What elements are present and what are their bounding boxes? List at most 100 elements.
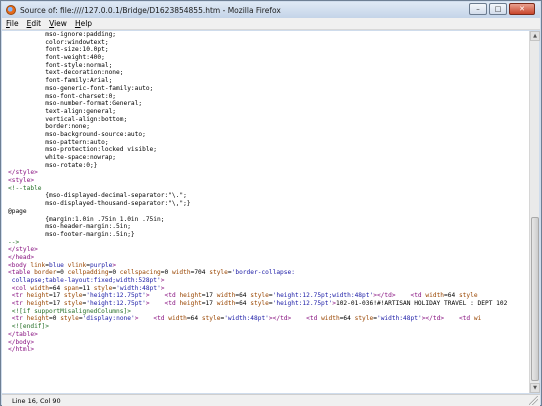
source-token: <td: [410, 292, 426, 300]
scroll-up-arrow-icon[interactable]: ▲: [530, 31, 540, 41]
source-token: ></td>: [421, 315, 445, 323]
scroll-thumb[interactable]: [531, 217, 539, 381]
source-token: mso-header-margin:.5in;: [8, 223, 131, 231]
source-token: [444, 315, 459, 322]
source-token: mso-ignore:padding;: [8, 31, 117, 38]
source-token: @page: [8, 207, 27, 215]
source-token: vlink: [67, 261, 87, 269]
status-bar: Line 16, Col 90: [2, 394, 540, 406]
source-token: width: [216, 300, 236, 308]
source-token: =64: [235, 292, 251, 300]
menu-help[interactable]: Help: [75, 19, 92, 28]
menu-edit[interactable]: Edit: [27, 19, 42, 28]
source-token: mso-displayed-thousand-separator:"\,";}: [8, 200, 191, 208]
source-token: </body>: [8, 338, 35, 346]
source-token: width: [216, 292, 236, 300]
source-line: font-size:10.0pt;: [8, 46, 530, 54]
source-token: >: [160, 284, 165, 292]
menu-view[interactable]: View: [49, 19, 67, 28]
source-token: mso-pattern:auto;: [8, 138, 109, 146]
source-token: mso-footer-margin:.5in;}: [8, 230, 135, 238]
source-token: style: [250, 292, 269, 300]
source-token: [150, 292, 165, 299]
source-token: height: [179, 292, 202, 300]
source-token: span: [63, 284, 79, 292]
source-token: style: [458, 292, 478, 300]
source-token: <table: [8, 269, 35, 277]
source-token: font-weight:400;: [8, 54, 105, 62]
source-line: </html>: [8, 346, 530, 354]
source-line: mso-header-margin:.5in;: [8, 223, 530, 231]
source-line: font-style:normal;: [8, 62, 530, 70]
source-line: <!--table: [8, 185, 530, 193]
source-token: 102-01-036!#!ARTISAN HOLIDAY TRAVEL : DE…: [335, 300, 508, 308]
source-token: wi: [473, 315, 482, 323]
source-token: <tr: [8, 292, 27, 300]
minimize-button[interactable]: –: [469, 3, 487, 15]
source-token: white-space:nowrap;: [8, 154, 117, 161]
source-token: =0: [160, 269, 172, 277]
source-token: mso-protection:locked visible;: [8, 146, 158, 154]
menu-help-label: elp: [80, 19, 93, 28]
source-token: =17: [49, 300, 64, 308]
source-token: mso-background-source:auto;: [8, 130, 146, 138]
source-token: <td: [306, 315, 322, 323]
source-line: mso-footer-margin:.5in;}: [8, 231, 530, 239]
source-token: [291, 315, 306, 322]
source-token: height: [26, 300, 49, 308]
source-token: style: [93, 284, 113, 292]
source-token: >: [160, 277, 165, 284]
source-token: <![endif]>: [8, 323, 49, 331]
close-button[interactable]: ✕: [509, 3, 535, 15]
resize-grip-icon[interactable]: [529, 396, 538, 405]
source-token: <!--table: [8, 184, 42, 192]
menu-file-label: ile: [9, 19, 19, 28]
source-line: @page: [8, 208, 530, 216]
menu-view-label: iew: [54, 19, 67, 28]
source-token: color:windowtext;: [8, 38, 109, 46]
source-line: text-decoration:none;: [8, 69, 530, 77]
source-token: width: [168, 315, 187, 323]
source-token: width: [171, 269, 191, 277]
menu-file[interactable]: File: [6, 19, 19, 28]
source-line: -->: [8, 239, 530, 247]
source-token: =64: [444, 292, 459, 300]
source-token: purple: [90, 261, 113, 269]
source-token: font-size:10.0pt;: [8, 46, 109, 54]
source-view[interactable]: mso-ignore:padding; color:windowtext; fo…: [2, 31, 530, 393]
scroll-down-arrow-icon[interactable]: ▼: [530, 383, 540, 393]
source-line: mso-displayed-thousand-separator:"\,";}: [8, 200, 530, 208]
source-token: mso-font-charset:0;: [8, 92, 117, 100]
source-token: </table>: [8, 330, 38, 338]
source-token: font-family:Arial;: [8, 77, 113, 85]
source-token: <td: [458, 315, 474, 323]
source-token: vertical-align:bottom;: [8, 115, 128, 123]
source-line: vertical-align:bottom;: [8, 116, 530, 124]
source-code[interactable]: mso-ignore:padding; color:windowtext; fo…: [2, 31, 530, 354]
source-line: collapse;table-layout:fixed;width:528pt'…: [8, 277, 530, 285]
source-token: link: [30, 261, 46, 269]
source-line: color:windowtext;: [8, 39, 530, 47]
cursor-position: Line 16, Col 90: [12, 396, 61, 405]
source-line: white-space:nowrap;: [8, 154, 530, 162]
source-line: <![endif]>: [8, 323, 530, 331]
source-token: =17: [201, 292, 217, 300]
source-token: style: [60, 315, 79, 323]
source-token: =64: [49, 284, 64, 292]
source-token: <td: [164, 292, 180, 300]
source-token: 'height:12.75pt': [272, 300, 333, 308]
source-token: style: [201, 315, 221, 323]
window-controls: – □ ✕: [469, 3, 535, 16]
source-token: <style>: [8, 177, 35, 185]
source-line: mso-rotate:0;}: [8, 162, 530, 170]
source-line: text-align:general;: [8, 108, 530, 116]
source-token: [138, 315, 153, 322]
maximize-button[interactable]: □: [489, 3, 507, 15]
source-token: mso-generic-font-family:auto;: [8, 84, 154, 92]
source-token: </head>: [8, 253, 35, 261]
source-token: <body: [8, 261, 31, 269]
source-token: width: [321, 315, 340, 323]
source-token: =64: [339, 315, 355, 323]
vertical-scrollbar[interactable]: ▲ ▼: [529, 31, 540, 393]
title-bar[interactable]: Source of: file:////127.0.0.1/Bridge/D16…: [2, 2, 540, 18]
